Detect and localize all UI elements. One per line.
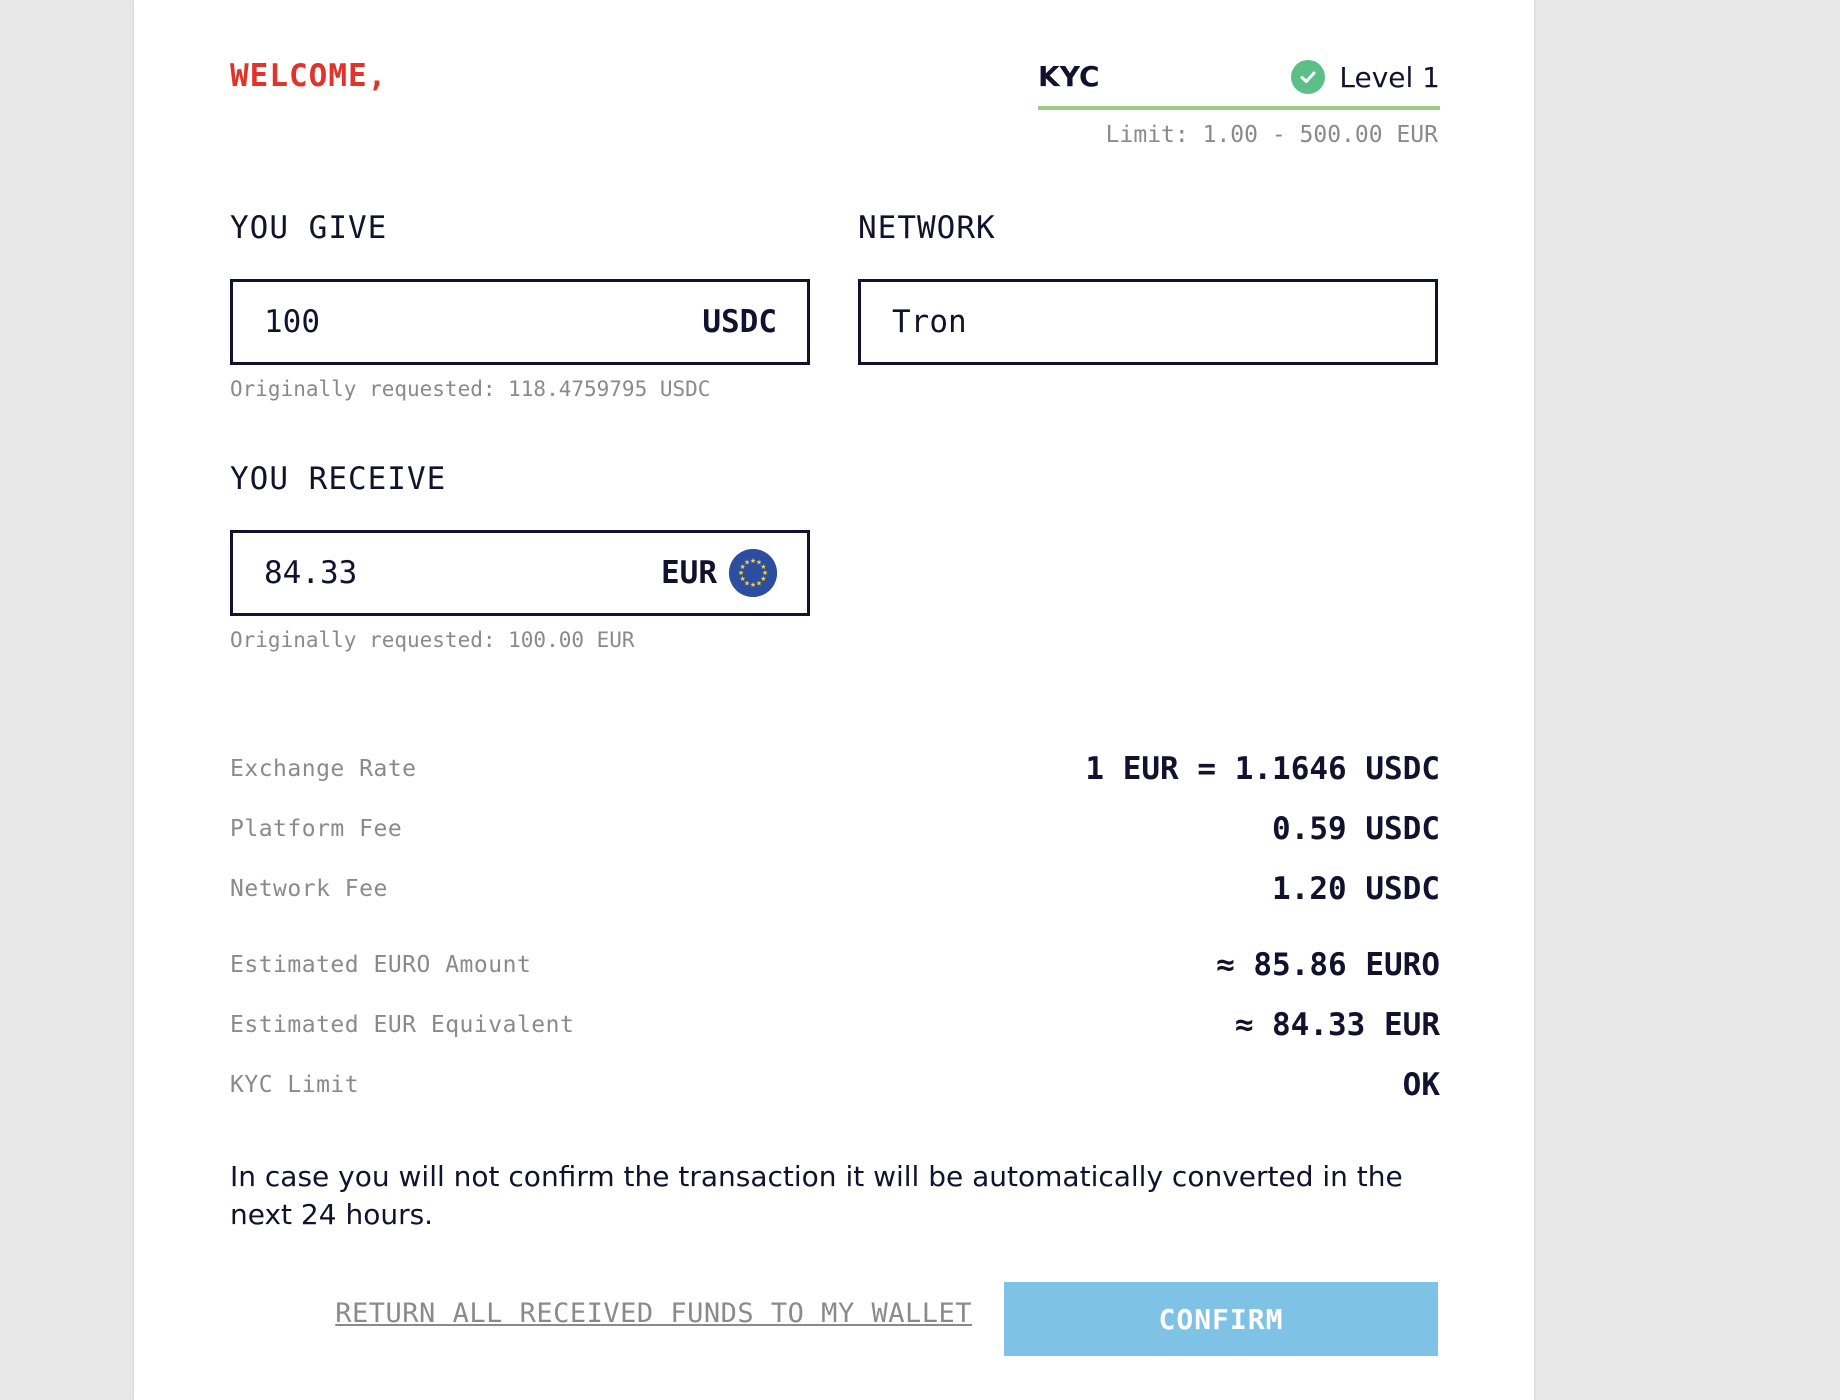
summary-row-exchange-rate: Exchange Rate 1 EUR = 1.1646 USDC — [230, 747, 1440, 791]
kyc-level: Level 1 — [1291, 60, 1440, 94]
receive-currency-selector: EUR ★ ★ ★ ★ ★ ★ ★ ★ ★ ★ ★ ★ — [661, 549, 777, 597]
summary-label: KYC Limit — [230, 1072, 360, 1098]
give-currency: USDC — [702, 304, 777, 340]
summary-row-estimated-euro: Estimated EURO Amount ≈ 85.86 EURO — [230, 943, 1440, 987]
you-receive-title: YOU RECEIVE — [230, 461, 447, 497]
summary-value: ≈ 84.33 EUR — [1234, 1007, 1440, 1043]
summary-row-kyc-limit: KYC Limit OK — [230, 1063, 1440, 1107]
receive-amount-input[interactable]: 84.33 EUR ★ ★ ★ ★ ★ ★ ★ ★ ★ ★ ★ ★ — [230, 530, 810, 616]
summary-label: Estimated EUR Equivalent — [230, 1012, 575, 1038]
summary-row-platform-fee: Platform Fee 0.59 USDC — [230, 807, 1440, 851]
you-give-title: YOU GIVE — [230, 210, 388, 246]
summary-row-network-fee: Network Fee 1.20 USDC — [230, 867, 1440, 911]
summary-value: 1 EUR = 1.1646 USDC — [1085, 751, 1440, 787]
give-original-note: Originally requested: 118.4759795 USDC — [230, 377, 711, 401]
svg-text:★: ★ — [750, 581, 756, 589]
kyc-status: KYC Level 1 — [1038, 58, 1440, 110]
kyc-level-text: Level 1 — [1339, 60, 1440, 94]
receive-currency: EUR — [661, 555, 717, 591]
summary-value: 1.20 USDC — [1272, 871, 1440, 907]
confirm-button[interactable]: CONFIRM — [1004, 1282, 1438, 1356]
svg-text:★: ★ — [744, 559, 750, 567]
conversion-card: WELCOME, KYC Level 1 Limit: 1.00 - 500.0… — [134, 0, 1534, 1400]
give-amount-input[interactable]: 100 USDC — [230, 279, 810, 365]
network-field[interactable]: Tron — [858, 279, 1438, 365]
summary-row-estimated-eur-equivalent: Estimated EUR Equivalent ≈ 84.33 EUR — [230, 1003, 1440, 1047]
return-funds-link[interactable]: RETURN ALL RECEIVED FUNDS TO MY WALLET — [334, 1298, 972, 1329]
auto-convert-notice: In case you will not confirm the transac… — [230, 1160, 1403, 1231]
svg-text:★: ★ — [756, 579, 762, 587]
summary-label: Estimated EURO Amount — [230, 952, 532, 978]
network-value: Tron — [892, 304, 967, 340]
summary-label: Platform Fee — [230, 816, 403, 842]
summary-label: Network Fee — [230, 876, 388, 902]
receive-amount-value: 84.33 — [264, 555, 358, 591]
receive-original-note: Originally requested: 100.00 EUR — [230, 628, 635, 652]
eu-flag-icon: ★ ★ ★ ★ ★ ★ ★ ★ ★ ★ ★ ★ — [729, 549, 777, 597]
network-title: NETWORK — [858, 210, 996, 246]
give-amount-value: 100 — [264, 304, 320, 340]
summary-label: Exchange Rate — [230, 756, 417, 782]
kyc-label: KYC — [1038, 60, 1100, 93]
summary-value: 0.59 USDC — [1272, 811, 1440, 847]
summary-value: OK — [1402, 1067, 1440, 1103]
kyc-limit-text: Limit: 1.00 - 500.00 EUR — [1105, 122, 1438, 148]
summary-value: ≈ 85.86 EURO — [1216, 947, 1440, 983]
welcome-heading: WELCOME, — [230, 58, 388, 94]
check-circle-icon — [1291, 60, 1326, 94]
